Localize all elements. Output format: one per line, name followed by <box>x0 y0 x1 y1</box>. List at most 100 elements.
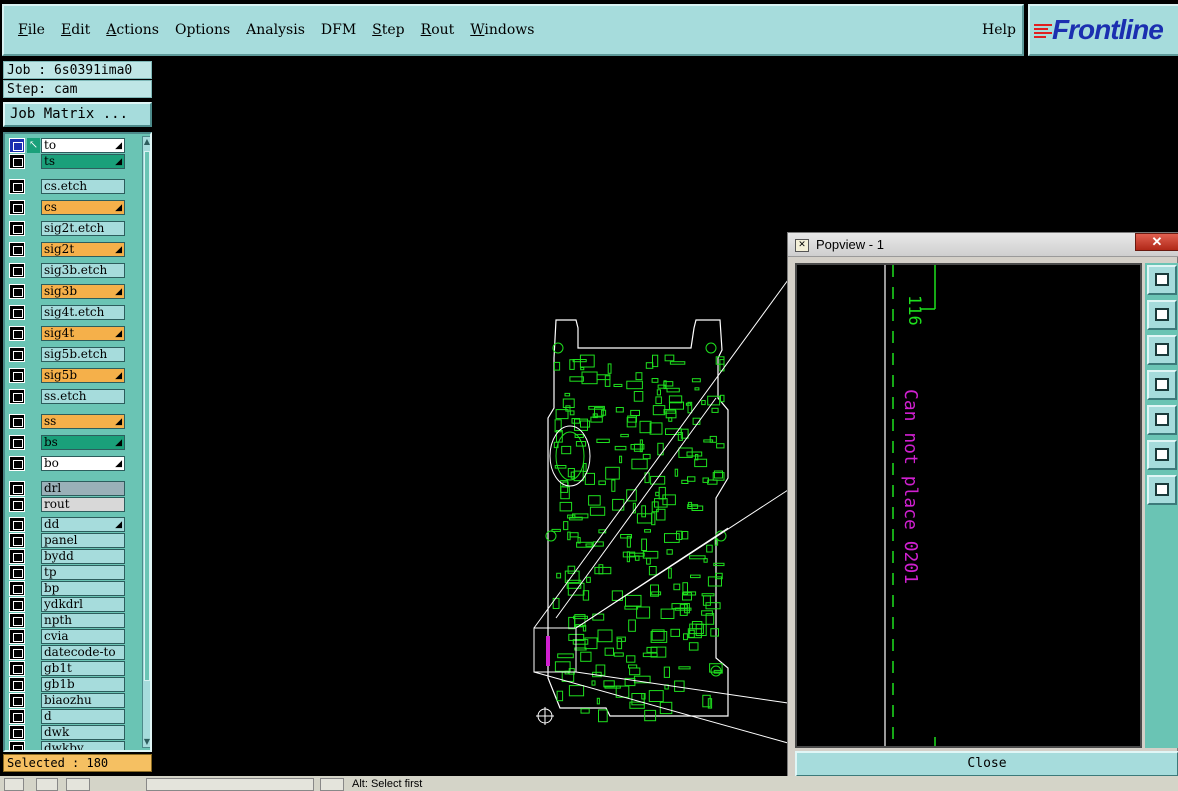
layer-row-ss[interactable]: ss ◢ <box>7 414 128 429</box>
layer-name[interactable]: sig4t.etch <box>41 305 125 320</box>
layer-checkbox[interactable] <box>9 517 25 532</box>
layer-checkbox[interactable] <box>9 347 25 362</box>
layer-checkbox[interactable] <box>9 326 25 341</box>
layer-checkbox[interactable] <box>9 179 25 194</box>
layer-checkbox[interactable] <box>9 661 25 676</box>
layer-name[interactable]: cvia <box>41 629 125 644</box>
layer-name[interactable]: gb1t <box>41 661 125 676</box>
status-btn-2[interactable] <box>36 778 58 791</box>
layer-name[interactable]: sig4t ◢ <box>41 326 125 341</box>
layer-row-sig4t.etch[interactable]: sig4t.etch <box>7 305 128 320</box>
layer-row-bp[interactable]: bp <box>7 581 128 596</box>
layer-checkbox[interactable] <box>9 200 25 215</box>
zoom-fit-icon[interactable] <box>1147 265 1177 295</box>
layer-checkbox[interactable] <box>9 221 25 236</box>
layer-row-rout[interactable]: rout <box>7 497 128 512</box>
layer-checkbox[interactable] <box>9 581 25 596</box>
layer-name[interactable]: npth <box>41 613 125 628</box>
layer-checkbox[interactable] <box>9 629 25 644</box>
layer-name[interactable]: dwk <box>41 725 125 740</box>
layer-scrollbar[interactable]: ▲ ▼ <box>142 136 150 748</box>
popview-titlebar[interactable]: ✕ Popview - 1 <box>788 233 1178 257</box>
layer-name[interactable]: sig5b.etch <box>41 347 125 362</box>
scroll-up-arrow[interactable]: ▲ <box>143 137 150 147</box>
layer-row-gb1b[interactable]: gb1b <box>7 677 128 692</box>
layer-row-dd[interactable]: dd ◢ <box>7 517 128 532</box>
layer-checkbox[interactable] <box>9 368 25 383</box>
layer-name[interactable]: sig2t ◢ <box>41 242 125 257</box>
layer-row-cs.etch[interactable]: cs.etch <box>7 179 128 194</box>
layer-name[interactable]: to ◢ <box>41 138 125 153</box>
layer-name[interactable]: drl <box>41 481 125 496</box>
layer-row-dwkby[interactable]: dwkby <box>7 741 128 750</box>
layer-checkbox[interactable] <box>9 242 25 257</box>
layer-checkbox[interactable] <box>9 284 25 299</box>
job-matrix-button[interactable]: Job Matrix ... <box>3 102 152 127</box>
layer-row-sig4t[interactable]: sig4t ◢ <box>7 326 128 341</box>
menu-step[interactable]: Step <box>372 22 404 38</box>
status-btn-3[interactable] <box>66 778 90 791</box>
menu-analysis[interactable]: Analysis <box>246 22 305 38</box>
layer-checkbox[interactable] <box>9 549 25 564</box>
layer-name[interactable]: rout <box>41 497 125 512</box>
layer-row-npth[interactable]: npth <box>7 613 128 628</box>
menu-dfm[interactable]: DFM <box>321 22 356 38</box>
layer-row-ts[interactable]: ts ◢ <box>7 154 128 169</box>
layer-name[interactable]: datecode-to <box>41 645 125 660</box>
layer-checkbox[interactable] <box>9 677 25 692</box>
layer-checkbox[interactable] <box>9 597 25 612</box>
layer-name[interactable]: ts ◢ <box>41 154 125 169</box>
layer-row-sig2t.etch[interactable]: sig2t.etch <box>7 221 128 236</box>
move-left-icon[interactable] <box>1147 370 1177 400</box>
layer-checkbox[interactable] <box>9 497 25 512</box>
layer-row-sig5b[interactable]: sig5b ◢ <box>7 368 128 383</box>
popview-close-button[interactable]: Close <box>795 751 1178 777</box>
move-right-icon[interactable] <box>1147 405 1177 435</box>
layer-row-ss.etch[interactable]: ss.etch <box>7 389 128 404</box>
layer-name[interactable]: sig3b ◢ <box>41 284 125 299</box>
layer-checkbox[interactable] <box>9 645 25 660</box>
layer-checkbox[interactable] <box>9 389 25 404</box>
layer-checkbox[interactable] <box>9 533 25 548</box>
layer-checkbox[interactable] <box>9 481 25 496</box>
layer-row-tp[interactable]: tp <box>7 565 128 580</box>
menu-windows[interactable]: Windows <box>470 22 534 38</box>
layer-row-gb1t[interactable]: gb1t <box>7 661 128 676</box>
layer-name[interactable]: panel <box>41 533 125 548</box>
layer-row-bydd[interactable]: bydd <box>7 549 128 564</box>
layer-name[interactable]: bp <box>41 581 125 596</box>
menu-help[interactable]: Help <box>982 22 1016 38</box>
layer-row-drl[interactable]: drl <box>7 481 128 496</box>
layer-row-dwk[interactable]: dwk <box>7 725 128 740</box>
layer-row-sig3b[interactable]: sig3b ◢ <box>7 284 128 299</box>
menu-file[interactable]: File <box>18 22 45 38</box>
layer-row-datecode-to[interactable]: datecode-to <box>7 645 128 660</box>
layer-name[interactable]: dd ◢ <box>41 517 125 532</box>
layer-row-bs[interactable]: bs ◢ <box>7 435 128 450</box>
menu-actions[interactable]: Actions <box>106 22 159 38</box>
layer-name[interactable]: tp <box>41 565 125 580</box>
scroll-down-arrow[interactable]: ▼ <box>143 737 150 747</box>
layer-name[interactable]: sig5b ◢ <box>41 368 125 383</box>
layer-checkbox[interactable] <box>9 693 25 708</box>
layer-name[interactable]: bo ◢ <box>41 456 125 471</box>
layer-checkbox[interactable] <box>9 456 25 471</box>
layer-row-cs[interactable]: cs ◢ <box>7 200 128 215</box>
layer-name[interactable]: cs ◢ <box>41 200 125 215</box>
popview-canvas[interactable]: 116 Can not place 0201 <box>795 263 1142 748</box>
layer-name[interactable]: ydkdrl <box>41 597 125 612</box>
menu-options[interactable]: Options <box>175 22 230 38</box>
layer-name[interactable]: d <box>41 709 125 724</box>
layer-checkbox[interactable] <box>9 435 25 450</box>
move-down-icon[interactable] <box>1147 335 1177 365</box>
layer-name[interactable]: cs.etch <box>41 179 125 194</box>
layer-checkbox[interactable] <box>9 263 25 278</box>
layer-row-sig3b.etch[interactable]: sig3b.etch <box>7 263 128 278</box>
window-close-button[interactable]: ✕ <box>1135 233 1178 251</box>
coordinate-field[interactable] <box>146 778 314 791</box>
layer-checkbox[interactable] <box>9 709 25 724</box>
layer-name[interactable]: sig3b.etch <box>41 263 125 278</box>
layer-checkbox[interactable] <box>9 414 25 429</box>
status-btn-1[interactable] <box>4 778 24 791</box>
zoom-out-icon[interactable] <box>1147 475 1177 505</box>
